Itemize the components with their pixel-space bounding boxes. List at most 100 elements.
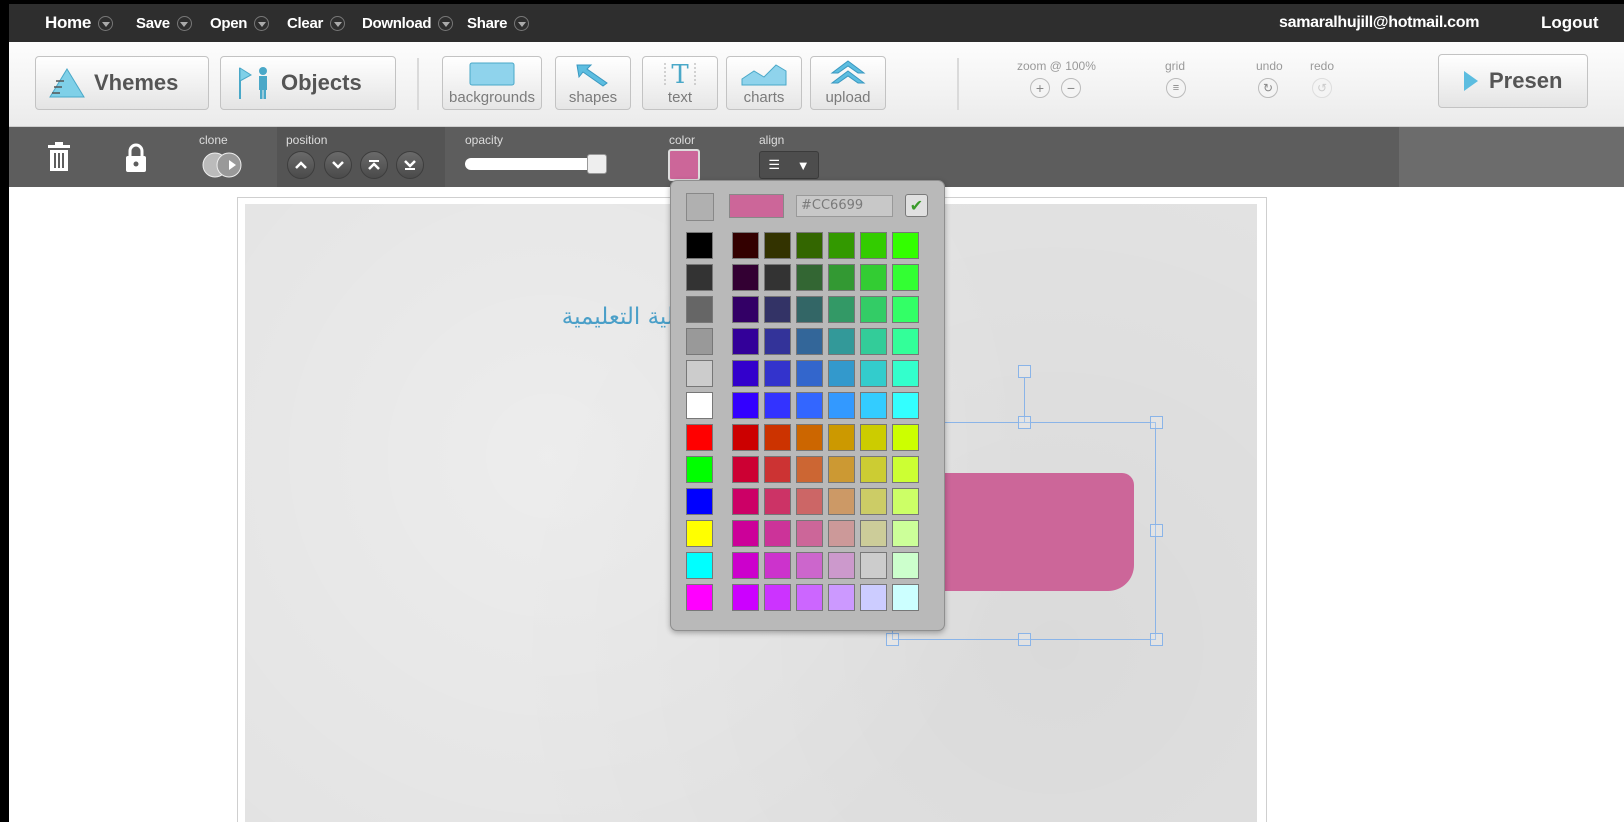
chevron-down-icon[interactable] [98,15,114,31]
color-swatch[interactable] [686,232,713,259]
color-swatch[interactable] [828,264,855,291]
color-swatch[interactable] [764,232,791,259]
color-swatch[interactable] [892,328,919,355]
color-swatch[interactable] [860,392,887,419]
color-swatch[interactable] [796,584,823,611]
color-swatch[interactable] [732,424,759,451]
color-swatch[interactable] [796,264,823,291]
rotate-handle[interactable] [1018,365,1031,378]
color-swatch[interactable] [764,392,791,419]
trash-icon[interactable] [46,141,72,178]
clone-icon[interactable] [202,149,246,186]
color-swatch[interactable] [892,552,919,579]
color-swatch[interactable] [860,488,887,515]
undo-icon[interactable]: ↻ [1258,78,1278,98]
chevron-down-icon[interactable] [330,15,346,31]
menu-download[interactable]: Download [362,4,454,42]
color-swatch[interactable] [732,456,759,483]
color-swatch[interactable] [892,264,919,291]
color-swatch[interactable] [732,296,759,323]
color-swatch[interactable] [796,488,823,515]
color-swatch[interactable] [686,296,713,323]
color-swatch[interactable] [764,584,791,611]
objects-button[interactable]: Objects [220,56,396,110]
zoom-out-icon[interactable]: − [1061,78,1081,98]
chevron-down-icon[interactable] [438,15,454,31]
color-swatch[interactable] [892,232,919,259]
color-swatch[interactable] [892,392,919,419]
color-swatch[interactable] [732,552,759,579]
color-swatch[interactable] [796,456,823,483]
upload-button[interactable]: upload [810,56,886,110]
charts-button[interactable]: charts [726,56,802,110]
color-swatch[interactable] [796,360,823,387]
color-swatch[interactable] [732,328,759,355]
color-swatch[interactable] [892,520,919,547]
color-swatch[interactable] [732,488,759,515]
zoom-in-icon[interactable]: + [1030,78,1050,98]
color-swatch[interactable] [892,584,919,611]
bring-to-front-icon[interactable] [360,151,388,179]
color-swatch[interactable] [686,552,713,579]
color-swatch[interactable] [764,264,791,291]
chevron-down-icon[interactable] [254,15,270,31]
grid-icon[interactable]: ≡ [1166,78,1186,98]
backgrounds-button[interactable]: backgrounds [442,56,542,110]
resize-handle-ne[interactable] [1150,416,1163,429]
logout-link[interactable]: Logout [1541,4,1599,42]
color-swatch[interactable] [764,456,791,483]
color-swatch[interactable] [860,456,887,483]
redo-icon[interactable]: ↺ [1312,78,1332,98]
shapes-button[interactable]: shapes [555,56,631,110]
color-swatch[interactable] [860,296,887,323]
color-swatch-button[interactable] [668,149,700,181]
color-swatch[interactable] [764,552,791,579]
user-email[interactable]: samaralhujill@hotmail.com [1279,4,1479,42]
color-swatch[interactable] [732,520,759,547]
color-swatch[interactable] [686,520,713,547]
align-dropdown[interactable]: ☰ ▼ [759,151,819,179]
opacity-slider-handle[interactable] [587,154,607,174]
color-swatch[interactable] [796,328,823,355]
move-down-icon[interactable] [324,151,352,179]
chevron-down-icon[interactable] [514,15,530,31]
color-swatch[interactable] [828,552,855,579]
resize-handle-e[interactable] [1150,524,1163,537]
color-swatch[interactable] [732,232,759,259]
color-swatch[interactable] [860,424,887,451]
color-swatch[interactable] [828,328,855,355]
color-swatch[interactable] [860,360,887,387]
color-swatch[interactable] [732,264,759,291]
color-swatch[interactable] [764,328,791,355]
color-swatch[interactable] [828,296,855,323]
color-swatch[interactable] [828,520,855,547]
color-swatch[interactable] [764,296,791,323]
menu-share[interactable]: Share [467,4,530,42]
color-swatch[interactable] [686,264,713,291]
menu-save[interactable]: Save [136,4,192,42]
menu-open[interactable]: Open [210,4,270,42]
color-swatch[interactable] [860,328,887,355]
confirm-color-check-icon[interactable]: ✔ [905,194,928,217]
vhemes-button[interactable]: Vhemes [35,56,209,110]
color-swatch[interactable] [892,424,919,451]
resize-handle-se[interactable] [1150,633,1163,646]
color-swatch[interactable] [892,360,919,387]
menu-clear[interactable]: Clear [287,4,346,42]
color-swatch[interactable] [764,520,791,547]
color-swatch[interactable] [686,584,713,611]
color-swatch[interactable] [860,584,887,611]
color-swatch[interactable] [686,488,713,515]
resize-handle-n[interactable] [1018,416,1031,429]
color-swatch[interactable] [828,456,855,483]
color-swatch[interactable] [828,392,855,419]
color-swatch[interactable] [796,552,823,579]
lock-icon[interactable] [123,142,149,179]
color-swatch[interactable] [828,488,855,515]
color-swatch[interactable] [796,232,823,259]
color-swatch[interactable] [828,424,855,451]
color-swatch[interactable] [860,264,887,291]
chevron-down-icon[interactable] [176,15,192,31]
color-swatch[interactable] [796,296,823,323]
color-swatch[interactable] [860,552,887,579]
